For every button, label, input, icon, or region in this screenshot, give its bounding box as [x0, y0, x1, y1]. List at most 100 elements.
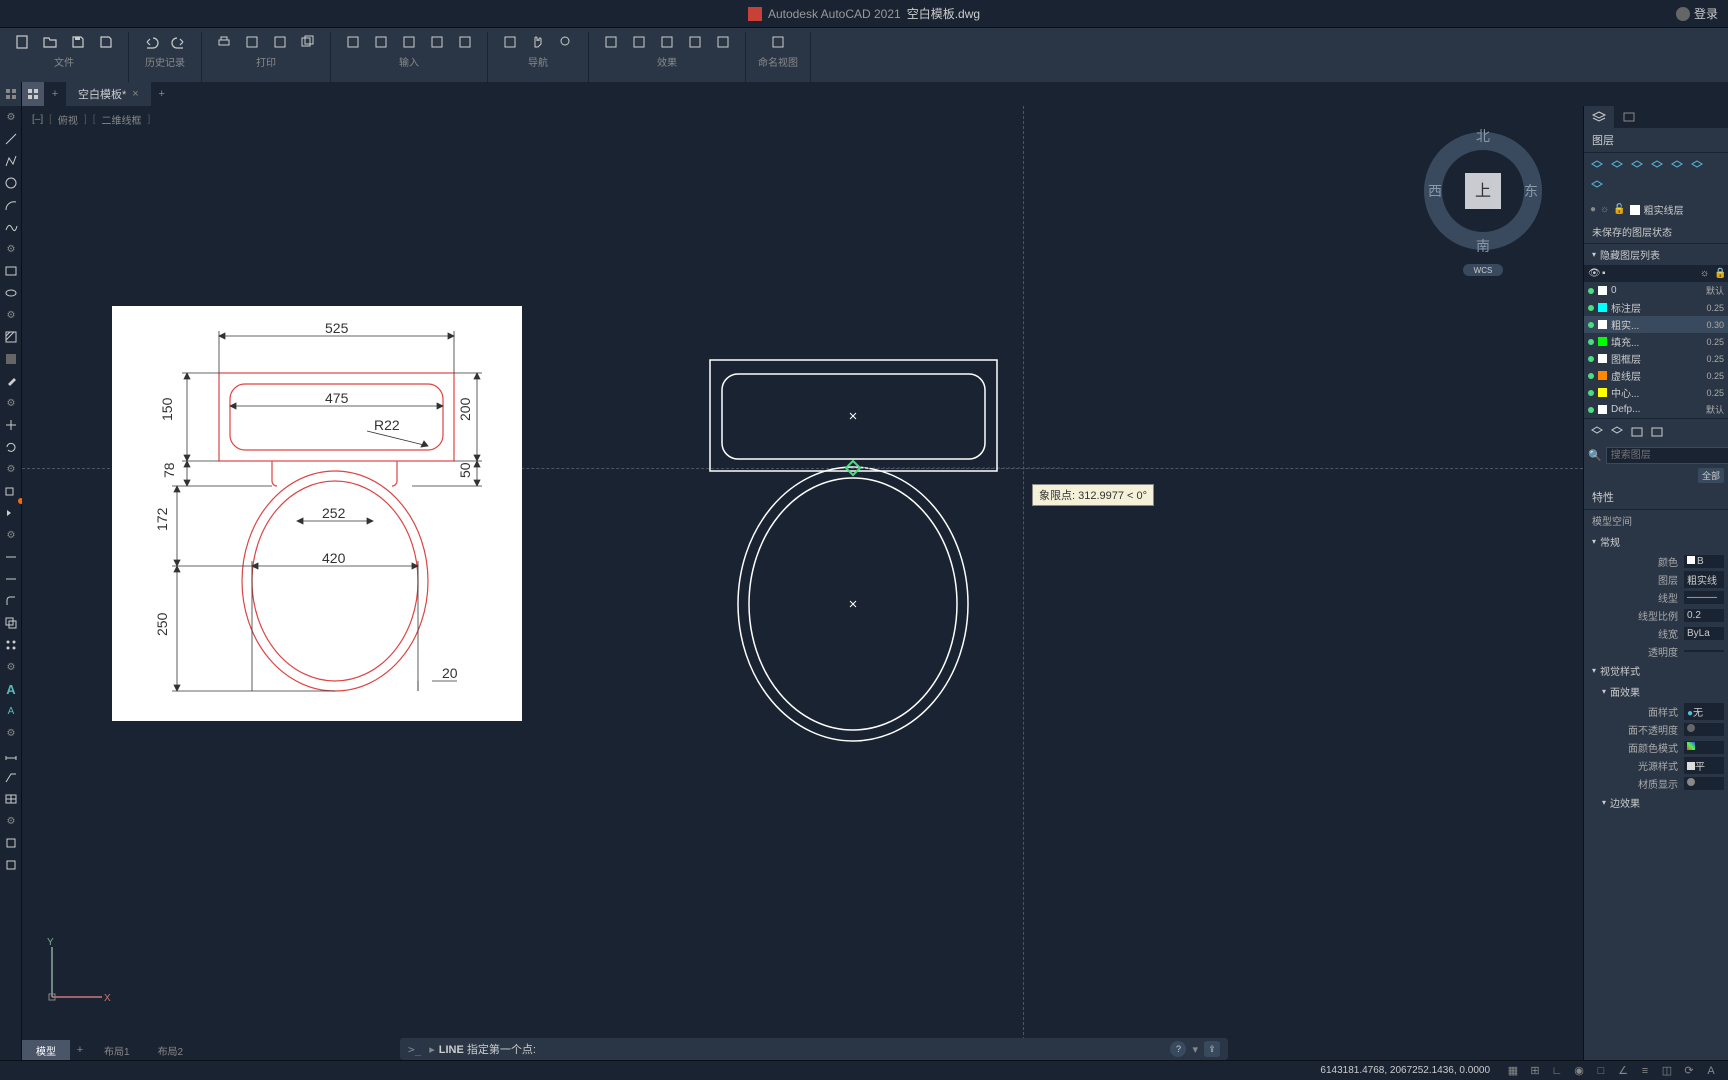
cmdline-dropdown-icon[interactable]: ▾ [1192, 1043, 1198, 1056]
named-view-icon[interactable] [768, 32, 788, 52]
saveas-icon[interactable] [96, 32, 116, 52]
polyline-tool-icon[interactable] [0, 150, 22, 172]
status-snap-icon[interactable]: ⊞ [1526, 1063, 1544, 1079]
arc-tool-icon[interactable] [0, 194, 22, 216]
batch-plot-icon[interactable] [298, 32, 318, 52]
layer-tool-5[interactable] [1668, 157, 1686, 175]
current-layer-row[interactable]: ● ☼ 🔓 粗实线层 [1584, 199, 1728, 220]
layer-row[interactable]: 0默认 [1584, 282, 1728, 299]
spline-tool-icon[interactable] [0, 216, 22, 238]
rotate-tool-icon[interactable] [0, 436, 22, 458]
nav-hand-icon[interactable] [528, 32, 548, 52]
import1-icon[interactable] [343, 32, 363, 52]
import2-icon[interactable] [371, 32, 391, 52]
filter-all-button[interactable]: 全部 [1698, 468, 1724, 483]
layout1-tab[interactable]: 布局1 [90, 1040, 144, 1060]
prop-ltscale[interactable]: 0.2 [1684, 609, 1724, 622]
layer-tool-7[interactable] [1588, 177, 1606, 195]
rect-tool-icon[interactable] [0, 260, 22, 282]
redo-icon[interactable] [169, 32, 189, 52]
prop-lweight[interactable]: ByLa [1684, 627, 1724, 640]
plot-icon[interactable] [270, 32, 290, 52]
gear-icon-3[interactable]: ⚙ [0, 304, 22, 326]
layer-tool-6[interactable] [1688, 157, 1706, 175]
prop-layer[interactable]: 粗实线 [1684, 571, 1724, 588]
mirror-tool-icon[interactable] [0, 502, 22, 524]
open-file-icon[interactable] [40, 32, 60, 52]
new-layer-icon[interactable] [1588, 423, 1606, 441]
gradient-tool-icon[interactable] [0, 348, 22, 370]
gear-icon-8[interactable]: ⚙ [0, 722, 22, 744]
layer-props-icon[interactable] [1628, 423, 1646, 441]
offset-tool-icon[interactable] [0, 612, 22, 634]
gear-icon-4[interactable]: ⚙ [0, 392, 22, 414]
general-section-toggle[interactable]: ▾常规 [1584, 531, 1728, 552]
delete-layer-icon[interactable] [1608, 423, 1626, 441]
dim-tool-icon[interactable] [0, 744, 22, 766]
new-file-icon[interactable] [12, 32, 32, 52]
fx2-icon[interactable] [629, 32, 649, 52]
insert-tool-icon[interactable] [0, 854, 22, 876]
circle-tool-icon[interactable] [0, 172, 22, 194]
hatch-tool-icon[interactable] [0, 326, 22, 348]
block-tool-icon[interactable] [0, 832, 22, 854]
status-cycling-icon[interactable]: ⟳ [1680, 1063, 1698, 1079]
layer-row[interactable]: 中心...0.25 [1584, 384, 1728, 401]
layer-tool-3[interactable] [1628, 157, 1646, 175]
gear-icon-5[interactable]: ⚙ [0, 458, 22, 480]
layer-tool-2[interactable] [1608, 157, 1626, 175]
layer-row[interactable]: 标注层0.25 [1584, 299, 1728, 316]
prop-facestyle[interactable]: ●无 [1684, 703, 1724, 720]
visual-style-toggle[interactable]: ▾视觉样式 [1584, 660, 1728, 681]
model-tab[interactable]: 模型 [22, 1040, 70, 1060]
layer-tool-1[interactable] [1588, 157, 1606, 175]
layer-states-icon[interactable] [1648, 423, 1666, 441]
gear-icon-6[interactable]: ⚙ [0, 524, 22, 546]
drawing-canvas[interactable]: [–] [俯视] [二维线框] [22, 106, 1583, 1060]
text-tool-icon[interactable]: A [0, 678, 22, 700]
preview-icon[interactable] [242, 32, 262, 52]
viewcube[interactable]: 上 北 南 东 西 WCS [1423, 126, 1543, 266]
prop-faceopacity[interactable] [1684, 723, 1724, 736]
status-osnap-icon[interactable]: □ [1592, 1063, 1610, 1079]
prop-color[interactable]: B [1684, 555, 1724, 568]
fx5-icon[interactable] [713, 32, 733, 52]
mtext-tool-icon[interactable]: A [0, 700, 22, 722]
paint-tool-icon[interactable] [0, 370, 22, 392]
layout-add-button[interactable]: + [70, 1044, 90, 1056]
line-tool-icon[interactable] [0, 128, 22, 150]
extend-tool-icon[interactable] [0, 568, 22, 590]
fx4-icon[interactable] [685, 32, 705, 52]
copy-tool-icon[interactable] [0, 480, 22, 502]
gear-icon[interactable]: ⚙ [0, 106, 22, 128]
layer-row[interactable]: 填充...0.25 [1584, 333, 1728, 350]
layer-row[interactable]: 虚线层0.25 [1584, 367, 1728, 384]
layers-tab-icon[interactable] [1584, 106, 1614, 128]
blocks-tab-icon[interactable] [1614, 106, 1644, 128]
status-anno-icon[interactable]: A [1702, 1063, 1720, 1079]
import4-icon[interactable] [427, 32, 447, 52]
tab-plus-left[interactable]: + [44, 88, 66, 100]
array-tool-icon[interactable] [0, 634, 22, 656]
undo-icon[interactable] [141, 32, 161, 52]
ellipse-tool-icon[interactable] [0, 282, 22, 304]
gear-icon-2[interactable]: ⚙ [0, 238, 22, 260]
status-lwt-icon[interactable]: ≡ [1636, 1063, 1654, 1079]
layout2-tab[interactable]: 布局2 [144, 1040, 198, 1060]
status-grid-icon[interactable]: ▦ [1504, 1063, 1522, 1079]
layer-row[interactable]: 粗实...0.30 [1584, 316, 1728, 333]
file-tab[interactable]: 空白模板* × [66, 82, 151, 106]
trim-tool-icon[interactable] [0, 546, 22, 568]
fillet-tool-icon[interactable] [0, 590, 22, 612]
prop-transp[interactable] [1684, 650, 1724, 652]
print-icon[interactable] [214, 32, 234, 52]
gear-icon-9[interactable]: ⚙ [0, 810, 22, 832]
move-tool-icon[interactable] [0, 414, 22, 436]
prop-light[interactable]: 平 [1684, 757, 1724, 774]
layer-row[interactable]: Defp...默认 [1584, 401, 1728, 418]
layer-row[interactable]: 图框层0.25 [1584, 350, 1728, 367]
tab-plus[interactable]: + [151, 88, 173, 100]
fx1-icon[interactable] [601, 32, 621, 52]
gear-icon-7[interactable]: ⚙ [0, 656, 22, 678]
command-line[interactable]: >_ ▸ LINE 指定第一个点: ? ▾ ⇪ [400, 1038, 1228, 1060]
